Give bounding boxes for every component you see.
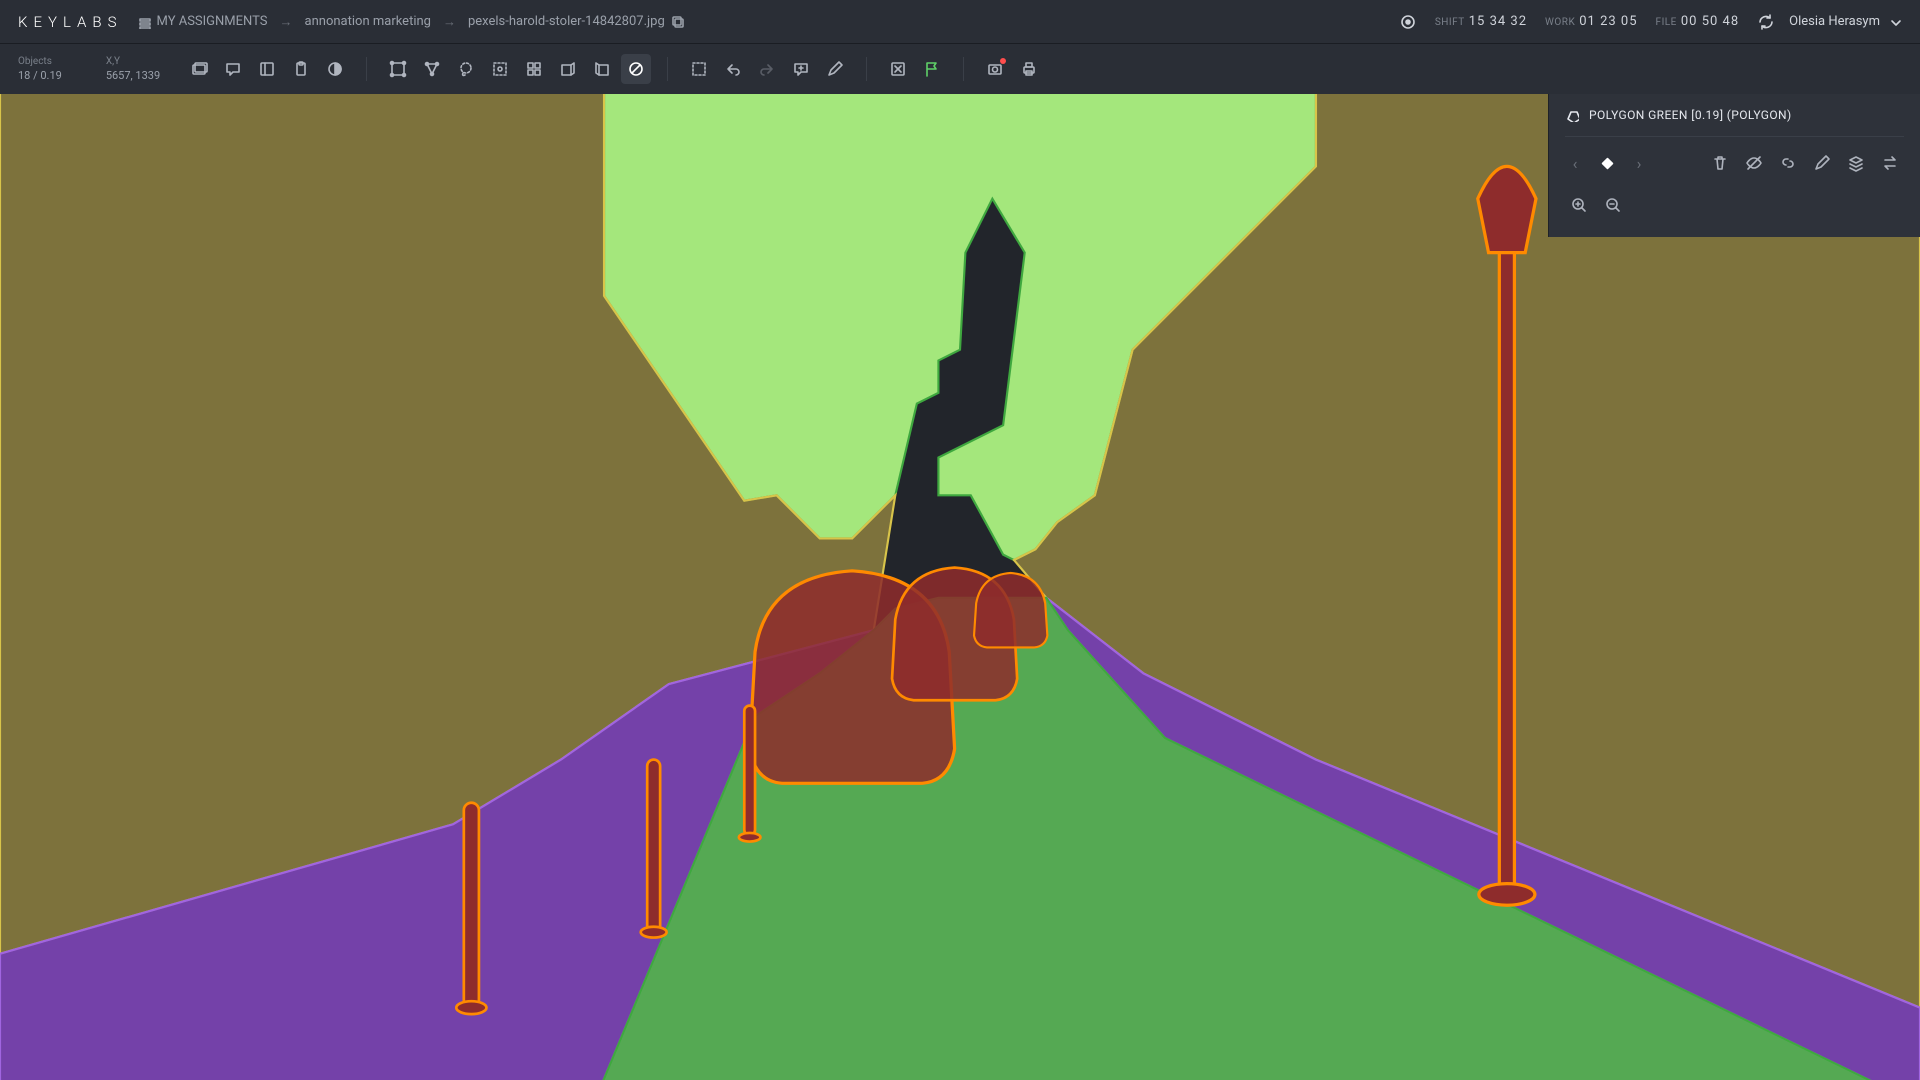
brand-logo: KEYLABS — [18, 13, 123, 31]
cuboid-right-icon[interactable] — [587, 54, 617, 84]
stack-icon[interactable] — [1842, 149, 1870, 177]
tool-divider — [963, 57, 964, 81]
print-icon[interactable] — [1014, 54, 1044, 84]
edit-tools — [684, 54, 850, 84]
polygon-icon — [1565, 108, 1579, 122]
canvas[interactable] — [0, 94, 1920, 1080]
marquee-icon[interactable] — [684, 54, 714, 84]
clipboard-icon[interactable] — [286, 54, 316, 84]
panel-tools: ‹ › — [1565, 136, 1904, 177]
keypoints-icon[interactable] — [417, 54, 447, 84]
canvas-meta: Objects 18 / 0.19 X,Y 5657, 1339 — [18, 56, 174, 82]
layers-icon[interactable] — [184, 54, 214, 84]
tool-divider — [366, 57, 367, 81]
export-tools — [980, 54, 1044, 84]
chevron-right-icon: → — [443, 14, 456, 30]
polygon-tool-icon[interactable] — [621, 54, 651, 84]
annotation-tools — [383, 54, 651, 84]
properties-panel: POLYGON GREEN [0.19] (POLYGON) ‹ › — [1548, 94, 1920, 237]
objects-value: 18 / 0.19 — [18, 69, 62, 82]
chevron-down-icon — [1888, 15, 1902, 29]
seg-car-3 — [974, 573, 1047, 647]
bounding-box-icon[interactable] — [383, 54, 413, 84]
tool-divider — [866, 57, 867, 81]
shift-label: SHIFT — [1435, 17, 1465, 28]
contrast-icon[interactable] — [320, 54, 350, 84]
next-object-icon[interactable]: › — [1629, 154, 1649, 173]
magic-select-icon[interactable] — [485, 54, 515, 84]
delete-icon[interactable] — [1706, 149, 1734, 177]
panel-icon[interactable] — [252, 54, 282, 84]
work-timer: 01 23 05 — [1579, 14, 1637, 29]
diamond-icon[interactable] — [1593, 149, 1621, 177]
redo-icon[interactable] — [752, 54, 782, 84]
tool-divider — [667, 57, 668, 81]
work-label: WORK — [1545, 17, 1575, 28]
xy-label: X,Y — [106, 56, 160, 67]
flag-icon[interactable] — [917, 54, 947, 84]
user-name: Olesia Herasym — [1789, 14, 1880, 29]
link-icon[interactable] — [1774, 149, 1802, 177]
snapshot-icon[interactable] — [980, 54, 1010, 84]
copy-icon[interactable] — [671, 15, 685, 29]
undo-icon[interactable] — [718, 54, 748, 84]
file-timer: 00 50 48 — [1681, 14, 1739, 29]
user-menu[interactable]: Olesia Herasym — [1789, 14, 1902, 29]
swap-icon[interactable] — [1876, 149, 1904, 177]
edit-icon[interactable] — [1808, 149, 1836, 177]
tool-row: Objects 18 / 0.19 X,Y 5657, 1339 — [0, 44, 1920, 94]
chevron-right-icon: → — [280, 14, 293, 30]
breadcrumb: MY ASSIGNMENTS → annonation marketing → … — [137, 14, 685, 30]
file-label: FILE — [1656, 17, 1677, 28]
record-icon[interactable] — [1399, 13, 1417, 31]
view-tools — [184, 54, 350, 84]
breadcrumb-file[interactable]: pexels-harold-stoler-14842807.jpg — [468, 14, 685, 29]
list-icon — [137, 15, 151, 29]
objects-label: Objects — [18, 56, 62, 67]
comments-icon[interactable] — [218, 54, 248, 84]
top-bar: KEYLABS MY ASSIGNMENTS → annonation mark… — [0, 0, 1920, 44]
comment-add-icon[interactable] — [786, 54, 816, 84]
visibility-icon[interactable] — [1740, 149, 1768, 177]
prev-object-icon[interactable]: ‹ — [1565, 154, 1585, 173]
breadcrumb-file-label: pexels-harold-stoler-14842807.jpg — [468, 14, 665, 29]
submit-tools — [883, 54, 947, 84]
annotation-overlay — [0, 94, 1920, 1080]
cuboid-left-icon[interactable] — [553, 54, 583, 84]
refresh-icon[interactable] — [1757, 13, 1775, 31]
timers: SHIFT 15 34 32 WORK 01 23 05 FILE 00 50 48 — [1399, 13, 1775, 31]
panel-tools-row2 — [1565, 191, 1904, 219]
zoom-in-icon[interactable] — [1565, 191, 1593, 219]
panel-header: POLYGON GREEN [0.19] (POLYGON) — [1565, 108, 1904, 122]
xy-value: 5657, 1339 — [106, 69, 160, 82]
grid-icon[interactable] — [519, 54, 549, 84]
breadcrumb-root[interactable]: MY ASSIGNMENTS — [137, 14, 268, 29]
breadcrumb-project[interactable]: annonation marketing — [305, 14, 431, 29]
shift-timer: 15 34 32 — [1469, 14, 1527, 29]
zoom-out-icon[interactable] — [1599, 191, 1627, 219]
reject-icon[interactable] — [883, 54, 913, 84]
panel-title: POLYGON GREEN [0.19] (POLYGON) — [1589, 108, 1792, 122]
pen-icon[interactable] — [820, 54, 850, 84]
breadcrumb-root-label: MY ASSIGNMENTS — [157, 14, 268, 29]
workspace: POLYGON GREEN [0.19] (POLYGON) ‹ › — [0, 94, 1920, 1080]
notification-dot — [1000, 58, 1006, 64]
lasso-icon[interactable] — [451, 54, 481, 84]
panel-nav: ‹ › — [1565, 149, 1649, 177]
